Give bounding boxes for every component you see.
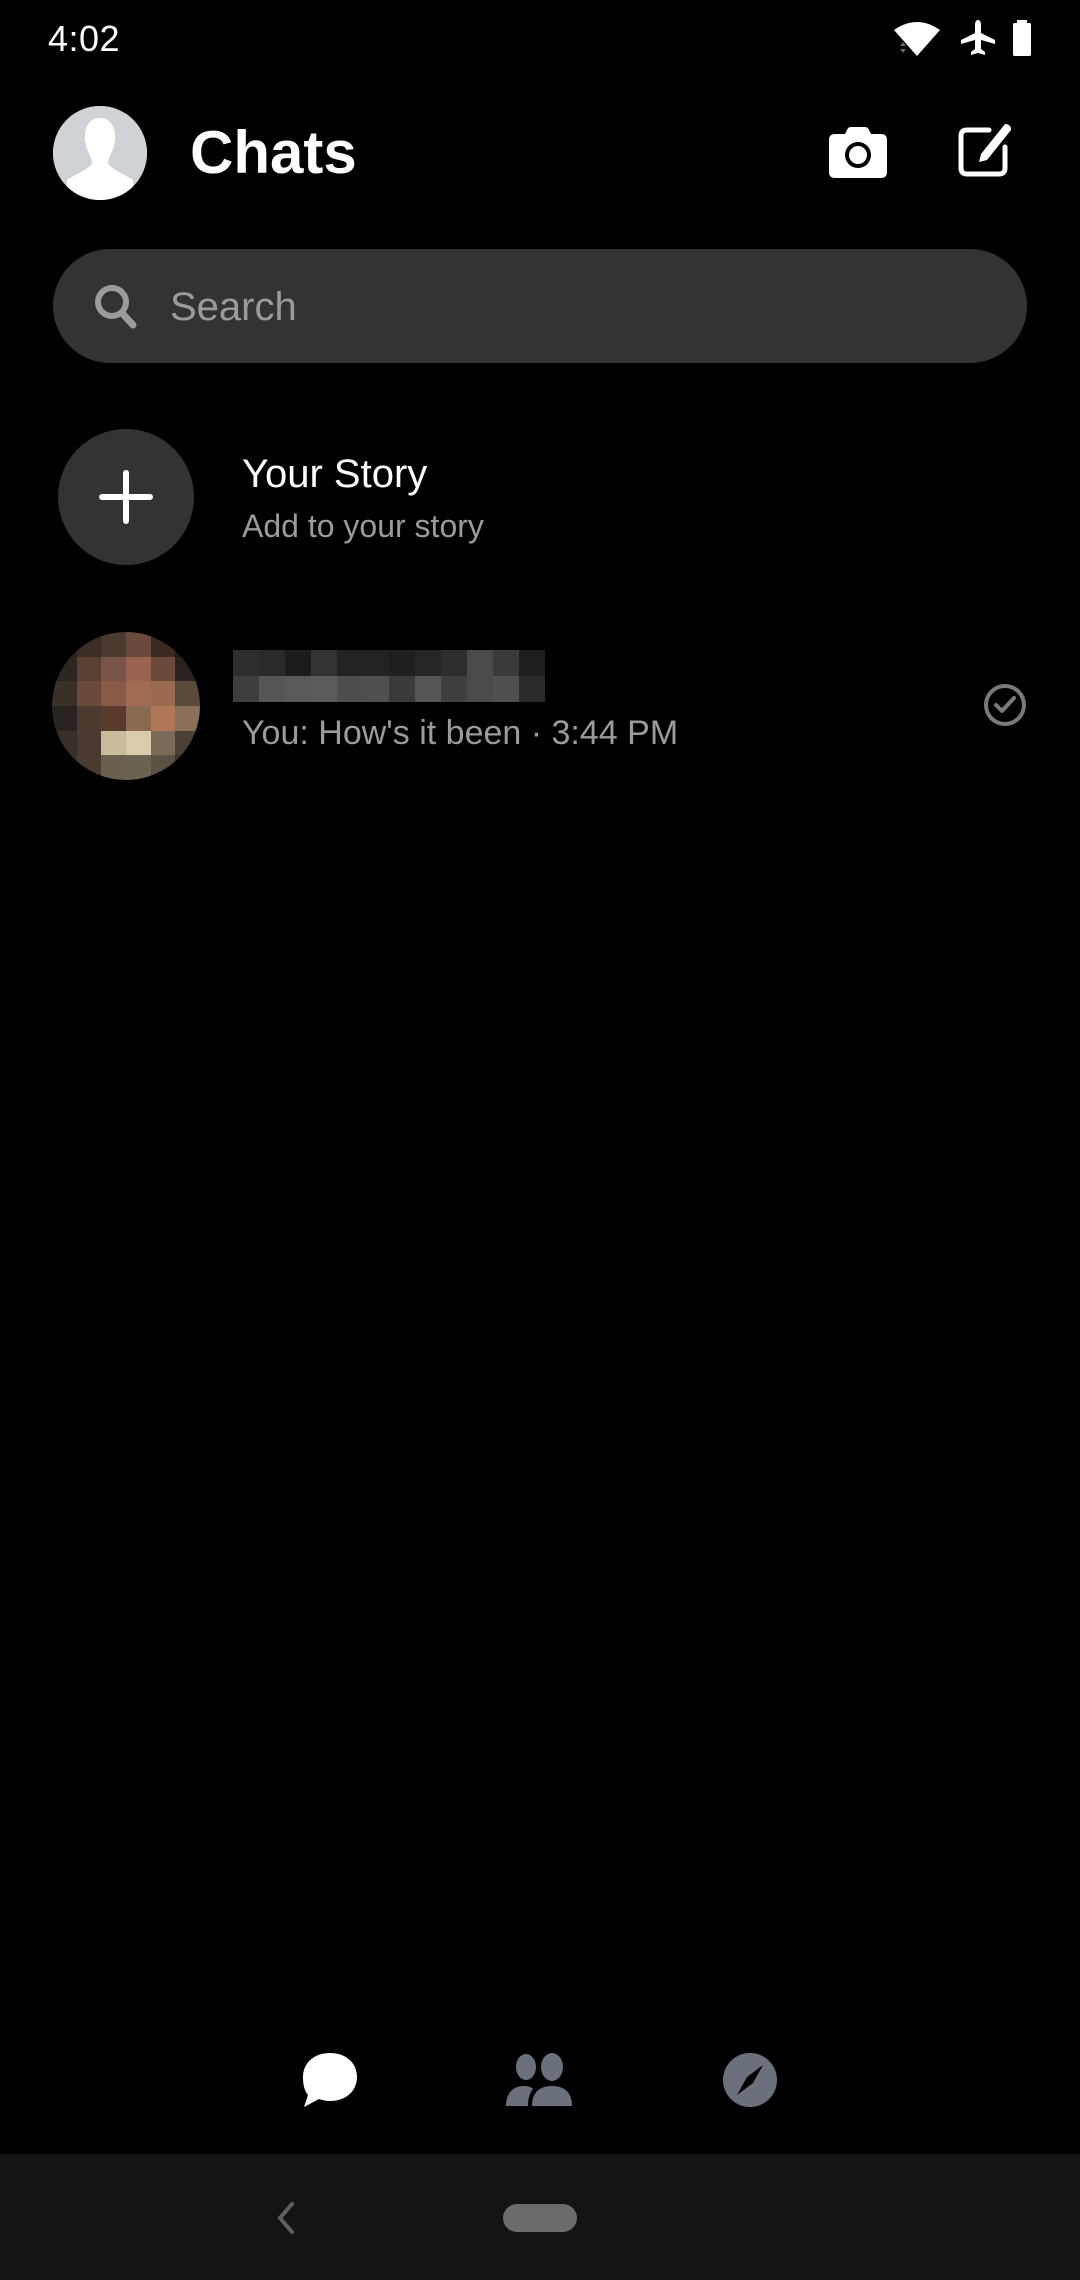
avatar-pixel — [101, 730, 126, 756]
avatar-pixel — [76, 632, 102, 657]
avatar-pixel — [125, 705, 151, 731]
battery-icon — [1010, 18, 1034, 63]
chat-list-item[interactable]: You: How's it been · 3:44 PM — [0, 620, 1080, 790]
tab-people[interactable] — [490, 2040, 590, 2120]
name-blur-pixel — [311, 650, 337, 676]
name-blur-pixel — [493, 650, 519, 676]
chat-bubble-icon — [303, 2053, 357, 2107]
avatar-pixel — [76, 681, 102, 706]
name-blur-pixel — [337, 650, 363, 676]
avatar-pixel — [76, 730, 102, 756]
name-blur-pixel — [519, 676, 545, 702]
avatar-pixel — [125, 656, 151, 682]
page-title: Chats — [190, 119, 357, 186]
name-blur-pixel — [441, 676, 467, 702]
story-title[interactable]: Your Story — [242, 452, 427, 497]
avatar-pixel — [150, 730, 176, 756]
name-blur-pixel — [259, 650, 285, 676]
avatar-pixel — [125, 755, 151, 780]
plus-icon — [99, 470, 153, 524]
name-blur-pixel — [441, 650, 467, 676]
avatar-pixel — [101, 705, 126, 731]
avatar-pixel — [76, 755, 102, 780]
avatar-pixel — [76, 705, 102, 731]
search-bar[interactable] — [53, 249, 1027, 365]
default-person-icon — [53, 106, 147, 200]
back-chevron-icon — [277, 2202, 294, 2234]
name-blur-pixel — [389, 650, 415, 676]
tab-discover[interactable] — [700, 2040, 800, 2120]
avatar-pixel — [150, 755, 176, 780]
search-icon — [95, 285, 137, 329]
name-blur-pixel — [415, 650, 441, 676]
avatar-pixel — [125, 681, 151, 706]
avatar-pixel — [150, 681, 176, 706]
compose-icon — [958, 124, 1011, 177]
avatar-pixel — [52, 730, 77, 756]
home-pill[interactable] — [503, 2204, 577, 2232]
back-button[interactable] — [262, 2188, 310, 2248]
name-blur-pixel — [233, 676, 259, 702]
avatar-pixel — [52, 705, 77, 731]
avatar-pixel — [52, 681, 77, 706]
name-blur-pixel — [233, 650, 259, 676]
name-blur-pixel — [389, 676, 415, 702]
avatar-pixel — [52, 656, 77, 682]
name-blur-pixel — [285, 676, 311, 702]
avatar-pixel — [52, 632, 77, 657]
name-blur-pixel — [493, 676, 519, 702]
avatar-pixel — [101, 755, 126, 780]
add-story-button[interactable] — [58, 429, 194, 565]
avatar-pixel — [76, 656, 102, 682]
avatar-pixel — [101, 632, 126, 657]
people-icon — [506, 2053, 572, 2106]
avatar-pixel — [101, 656, 126, 682]
avatar-pixel — [150, 656, 176, 682]
name-blur-pixel — [519, 650, 545, 676]
status-time: 4:02 — [48, 18, 121, 59]
compose-button[interactable] — [945, 110, 1025, 190]
avatar-pixel — [175, 656, 200, 682]
airplane-mode-icon — [958, 18, 998, 63]
name-blur-pixel — [285, 650, 311, 676]
wifi-icon — [892, 18, 942, 63]
avatar-pixel — [101, 681, 126, 706]
name-blur-pixel — [259, 676, 285, 702]
name-blur-pixel — [363, 676, 389, 702]
avatar-pixel — [175, 681, 200, 706]
contact-avatar — [52, 632, 200, 780]
avatar-pixel — [175, 730, 200, 756]
sent-check-icon — [984, 684, 1026, 726]
camera-icon — [829, 127, 887, 178]
name-blur-pixel — [467, 676, 493, 702]
contact-name-redacted — [233, 650, 545, 702]
profile-avatar[interactable] — [53, 106, 147, 200]
avatar-pixel — [125, 730, 151, 756]
avatar-pixel — [52, 755, 77, 780]
search-input[interactable] — [168, 249, 992, 365]
avatar-pixel — [175, 755, 200, 780]
story-subtitle: Add to your story — [242, 508, 484, 544]
name-blur-pixel — [467, 650, 493, 676]
last-message-preview: You: How's it been · 3:44 PM — [242, 714, 679, 752]
tab-chats[interactable] — [280, 2040, 380, 2120]
avatar-pixel — [150, 705, 176, 731]
name-blur-pixel — [363, 650, 389, 676]
camera-button[interactable] — [818, 113, 898, 193]
avatar-pixel — [125, 632, 151, 657]
avatar-pixel — [150, 632, 176, 657]
name-blur-pixel — [337, 676, 363, 702]
avatar-pixel — [175, 632, 200, 657]
name-blur-pixel — [311, 676, 337, 702]
compass-icon — [723, 2053, 777, 2107]
system-navigation-bar — [0, 2154, 1080, 2280]
avatar-pixel — [175, 705, 200, 731]
name-blur-pixel — [415, 676, 441, 702]
